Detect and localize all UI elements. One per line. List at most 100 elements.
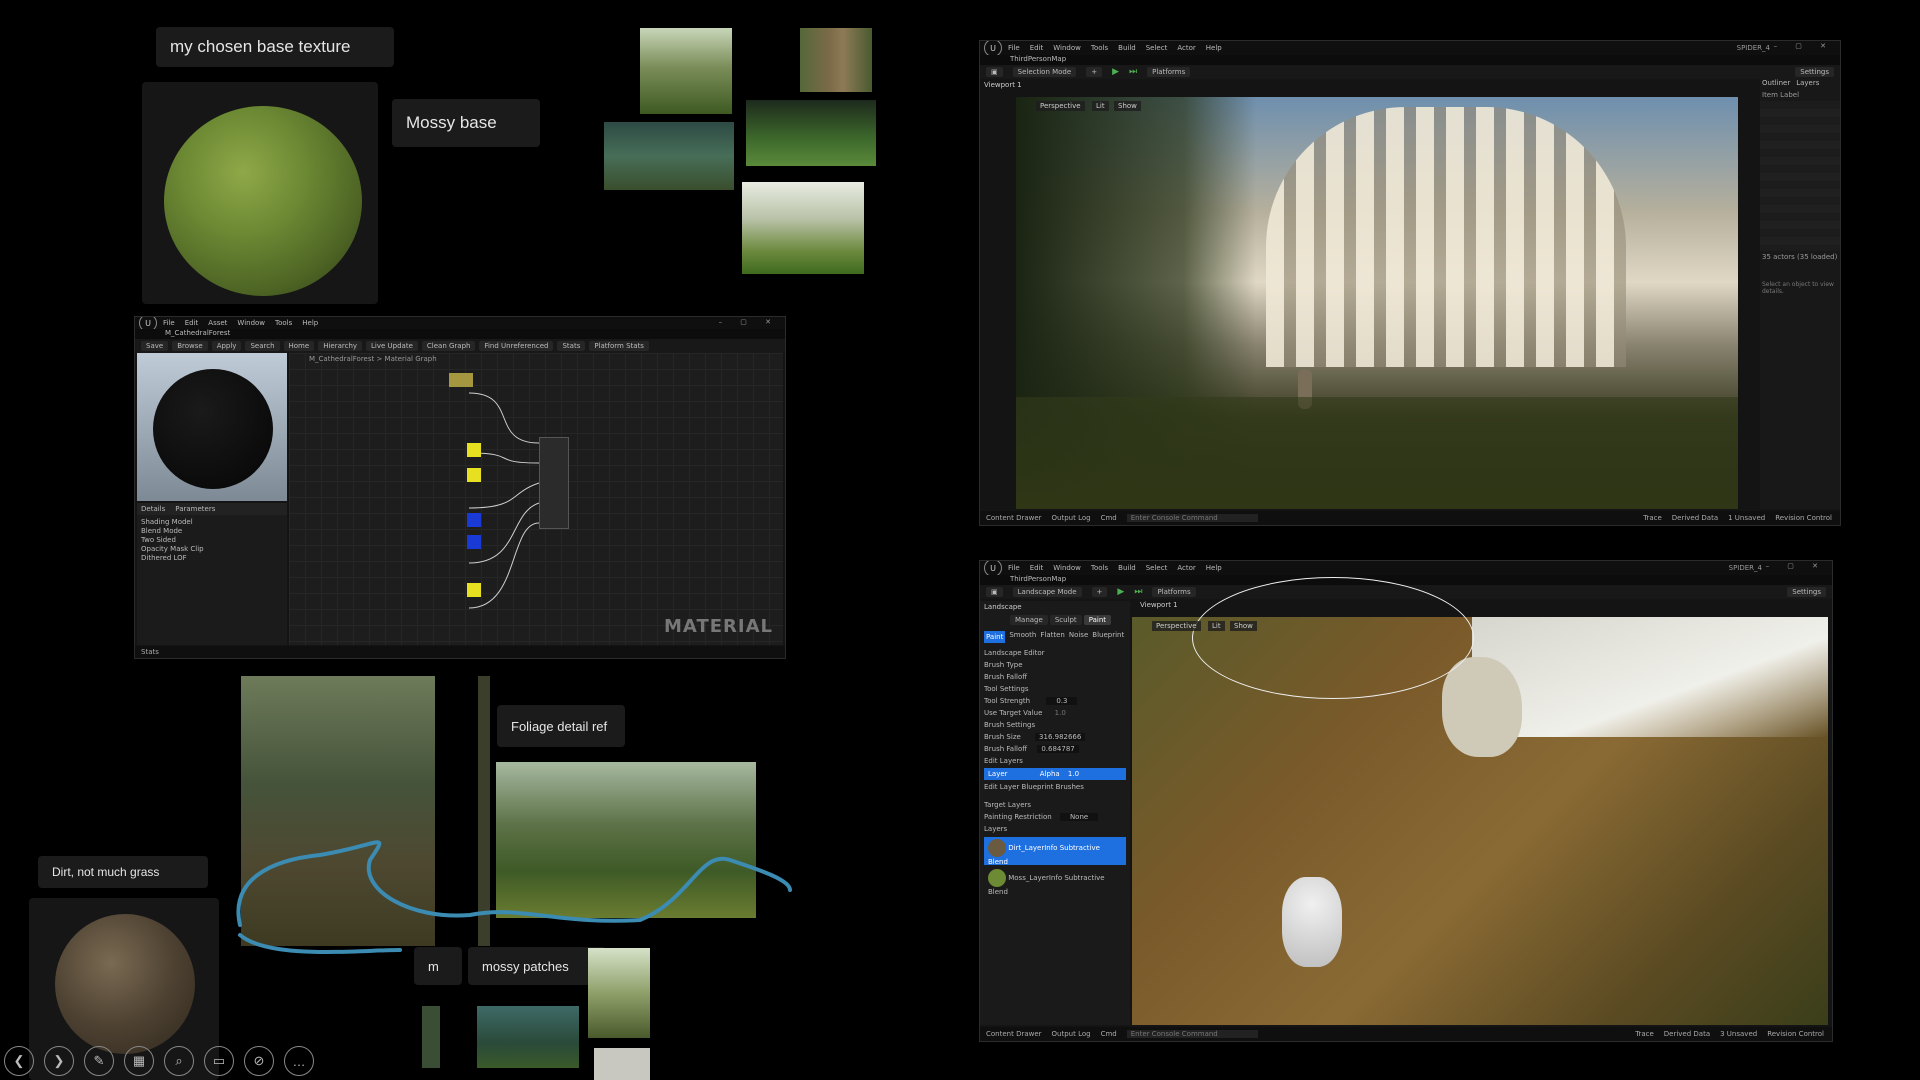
layers-label: Layers xyxy=(984,825,1008,833)
menu-window[interactable]: Window xyxy=(1053,564,1081,572)
derived-data-button[interactable]: Derived Data xyxy=(1664,1030,1710,1038)
unsaved-button[interactable]: 3 Unsaved xyxy=(1720,1030,1757,1038)
mode-dropdown[interactable]: Selection Mode xyxy=(1012,67,1077,77)
content-drawer-button[interactable]: Content Drawer xyxy=(986,1030,1042,1038)
viewport-tab[interactable]: Viewport 1 xyxy=(984,81,1022,89)
viewport-tab[interactable]: Viewport 1 xyxy=(1140,601,1178,609)
menu-window[interactable]: Window xyxy=(1053,44,1081,52)
show-button[interactable]: Show xyxy=(1230,621,1257,631)
menu-select[interactable]: Select xyxy=(1146,44,1168,52)
window-controls[interactable]: – ▢ ✕ xyxy=(1774,42,1834,50)
brush-falloff-input[interactable]: 0.684787 xyxy=(1037,745,1079,753)
play-options-icon[interactable]: ⏭ xyxy=(1134,587,1142,597)
revision-control-button[interactable]: Revision Control xyxy=(1775,514,1832,522)
lit-button[interactable]: Lit xyxy=(1092,101,1109,111)
lit-button[interactable]: Lit xyxy=(1208,621,1225,631)
more-icon[interactable]: … xyxy=(284,1046,314,1076)
outliner-tab[interactable]: Outliner xyxy=(1762,79,1790,87)
tool-noise[interactable]: Noise xyxy=(1069,631,1088,643)
tool-blueprint[interactable]: Blueprint xyxy=(1092,631,1124,643)
save-button[interactable]: ▣ xyxy=(986,67,1003,77)
play-options-icon[interactable]: ⏭ xyxy=(1129,67,1137,77)
add-button[interactable]: + xyxy=(1086,67,1103,77)
menu-tools[interactable]: Tools xyxy=(1091,44,1108,52)
play-button[interactable]: ▶ xyxy=(1112,67,1119,77)
back-icon[interactable]: ❮ xyxy=(4,1046,34,1076)
presentation-dock: ❮ ❯ ✎ ▦ ⌕ ▭ ⊘ … xyxy=(4,1046,314,1076)
painting-restriction-select[interactable]: None xyxy=(1059,813,1099,821)
target-layer-dirt[interactable]: Dirt_LayerInfo Subtractive Blend xyxy=(984,837,1126,866)
settings-button[interactable]: Settings xyxy=(1787,587,1826,597)
section-landscape-editor[interactable]: Landscape Editor xyxy=(984,647,1126,659)
console-input[interactable]: Enter Console Command xyxy=(1126,1030,1258,1038)
menu-select[interactable]: Select xyxy=(1146,564,1168,572)
settings-button[interactable]: Settings xyxy=(1795,67,1834,77)
section-brush-settings[interactable]: Brush Settings xyxy=(984,719,1126,731)
menu-edit[interactable]: Edit xyxy=(1030,564,1044,572)
save-button[interactable]: ▣ xyxy=(986,587,1003,597)
section-edit-layer-bp[interactable]: Edit Layer Blueprint Brushes xyxy=(984,781,1126,793)
content-drawer-button[interactable]: Content Drawer xyxy=(986,514,1042,522)
view-mode-button[interactable]: Perspective xyxy=(1152,621,1201,631)
tool-strength-input[interactable]: 0.3 xyxy=(1046,697,1078,705)
platforms-dropdown[interactable]: Platforms xyxy=(1147,67,1191,77)
menu-build[interactable]: Build xyxy=(1118,564,1136,572)
use-target-input[interactable]: 1.0 xyxy=(1055,709,1066,717)
menu-help[interactable]: Help xyxy=(1206,564,1222,572)
zoom-icon[interactable]: ⌕ xyxy=(164,1046,194,1076)
layer-alpha-input[interactable]: 1.0 xyxy=(1068,770,1079,778)
menu-edit[interactable]: Edit xyxy=(1030,44,1044,52)
target-layer-moss[interactable]: Moss_LayerInfo Subtractive Blend xyxy=(984,867,1126,896)
window-controls[interactable]: – ▢ ✕ xyxy=(1766,562,1826,570)
grid-icon[interactable]: ▦ xyxy=(124,1046,154,1076)
outliner-tree[interactable] xyxy=(1760,101,1840,251)
viewport-landscape[interactable]: Perspective Lit Show xyxy=(1132,577,1828,1025)
play-button[interactable]: ▶ xyxy=(1117,587,1124,597)
output-log-button[interactable]: Output Log xyxy=(1052,1030,1091,1038)
menu-build[interactable]: Build xyxy=(1118,44,1136,52)
menu-file[interactable]: File xyxy=(1008,564,1020,572)
show-button[interactable]: Show xyxy=(1114,101,1141,111)
add-button[interactable]: + xyxy=(1091,587,1108,597)
pen-icon[interactable]: ✎ xyxy=(84,1046,114,1076)
tab-manage[interactable]: Manage xyxy=(1010,615,1048,625)
cathedral-arches xyxy=(1266,107,1626,367)
output-log-button[interactable]: Output Log xyxy=(1052,514,1091,522)
tool-paint[interactable]: Paint xyxy=(984,631,1006,643)
revision-control-button[interactable]: Revision Control xyxy=(1767,1030,1824,1038)
section-edit-layers[interactable]: Edit Layers xyxy=(984,755,1126,767)
menu-help[interactable]: Help xyxy=(1206,44,1222,52)
tab-sculpt[interactable]: Sculpt xyxy=(1049,615,1082,625)
forward-icon[interactable]: ❯ xyxy=(44,1046,74,1076)
view-mode-button[interactable]: Perspective xyxy=(1036,101,1085,111)
use-target-label: Use Target Value xyxy=(984,709,1043,717)
caption-icon[interactable]: ▭ xyxy=(204,1046,234,1076)
console-input[interactable]: Enter Console Command xyxy=(1126,514,1258,522)
derived-data-button[interactable]: Derived Data xyxy=(1672,514,1718,522)
landscape-tab[interactable]: Landscape xyxy=(980,601,1130,613)
section-target-layers[interactable]: Target Layers xyxy=(984,799,1126,811)
no-camera-icon[interactable]: ⊘ xyxy=(244,1046,274,1076)
trace-button[interactable]: Trace xyxy=(1635,1030,1654,1038)
cmd-button[interactable]: Cmd xyxy=(1101,1030,1117,1038)
tool-flatten[interactable]: Flatten xyxy=(1040,631,1065,643)
unsaved-button[interactable]: 1 Unsaved xyxy=(1728,514,1765,522)
edit-layer-row[interactable]: Layer Alpha 1.0 xyxy=(984,768,1126,780)
section-tool-settings[interactable]: Tool Settings xyxy=(984,683,1126,695)
trace-button[interactable]: Trace xyxy=(1643,514,1662,522)
layers-tab[interactable]: Layers xyxy=(1796,79,1819,87)
menu-actor[interactable]: Actor xyxy=(1177,564,1195,572)
map-tab[interactable]: ThirdPersonMap xyxy=(1010,55,1066,63)
viewport-cathedral[interactable]: Perspective Lit Show xyxy=(1016,97,1738,509)
layer-name: Layer xyxy=(988,770,1008,778)
cmd-button[interactable]: Cmd xyxy=(1101,514,1117,522)
menu-actor[interactable]: Actor xyxy=(1177,44,1195,52)
mode-dropdown[interactable]: Landscape Mode xyxy=(1012,587,1082,597)
tab-paint[interactable]: Paint xyxy=(1083,615,1112,625)
menu-file[interactable]: File xyxy=(1008,44,1020,52)
brush-size-input[interactable]: 316.982666 xyxy=(1035,733,1086,741)
platforms-dropdown[interactable]: Platforms xyxy=(1152,587,1196,597)
tool-smooth[interactable]: Smooth xyxy=(1009,631,1036,643)
map-tab[interactable]: ThirdPersonMap xyxy=(1010,575,1066,583)
menu-tools[interactable]: Tools xyxy=(1091,564,1108,572)
